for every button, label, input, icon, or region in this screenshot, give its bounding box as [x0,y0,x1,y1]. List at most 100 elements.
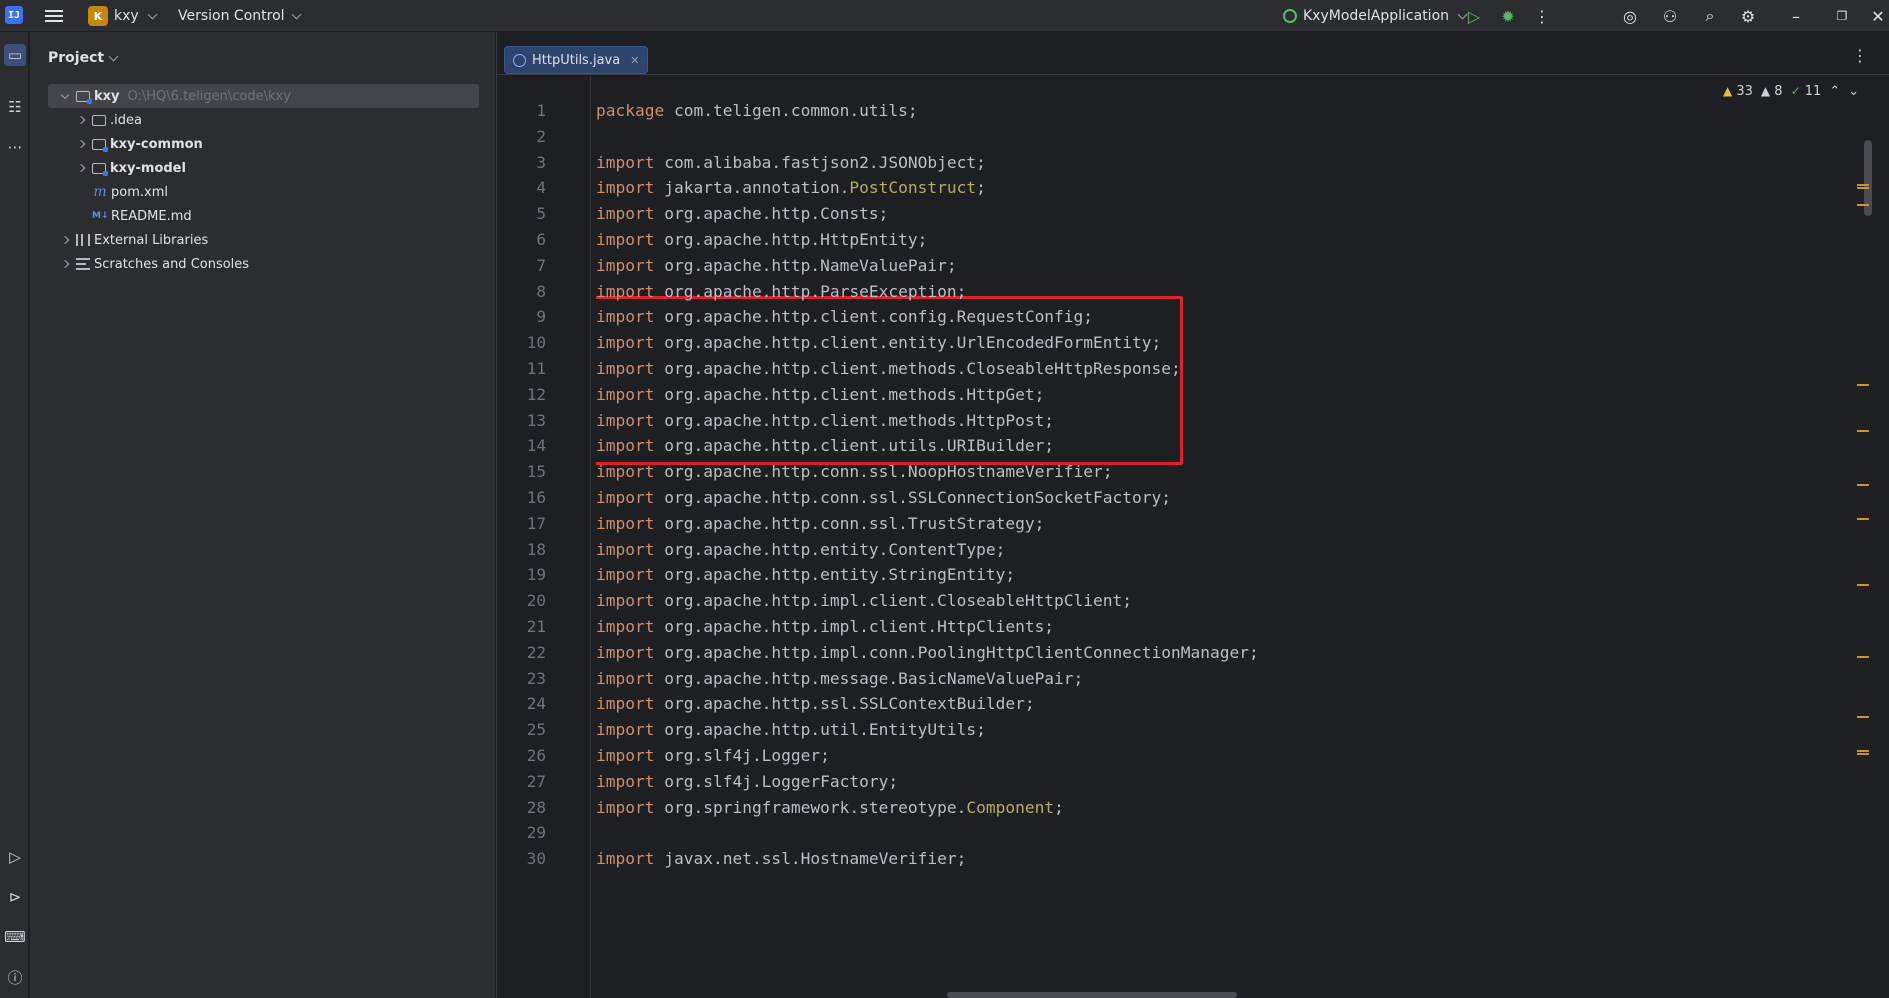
code-with-me-icon[interactable]: ⚇ [1660,6,1680,26]
scratches-icon [76,258,90,270]
expand-arrow-icon[interactable] [74,161,88,175]
horizontal-scrollbar[interactable] [947,992,1237,998]
tab-options-icon[interactable]: ⋮ [1852,46,1868,65]
scroll-marker[interactable] [1857,184,1869,190]
code-token: jakarta.annotation. [654,178,850,198]
tree-item-scratches[interactable]: Scratches and Consoles [30,252,495,276]
tree-item-kxy[interactable]: kxy O:\HQ\6.teligen\code\kxy [48,84,479,108]
line-number: 6 [536,230,546,249]
line-number: 3 [536,152,546,172]
code-line[interactable]: import org.apache.http.message.BasicName… [596,666,1083,692]
expand-arrow-icon[interactable] [58,257,72,271]
hamburger-menu-icon[interactable] [45,7,63,25]
expand-arrow-icon[interactable] [58,233,72,247]
scroll-marker[interactable] [1857,204,1869,206]
tab-httputils-java[interactable]: HttpUtils.java ✕ [504,46,649,74]
keyword-token: import [596,513,655,533]
keyword-token: import [596,462,655,482]
scroll-marker[interactable] [1857,716,1869,718]
project-widget[interactable]: K kxy [88,4,160,28]
scroll-marker[interactable] [1857,518,1869,520]
project-folder-icon[interactable]: ▭ [4,44,26,66]
expand-arrow-icon[interactable] [58,89,72,103]
restore-icon[interactable]: ❐ [1832,6,1852,26]
code-area[interactable]: package com.teligen.common.utils; import … [596,76,1846,998]
scroll-marker[interactable] [1857,484,1869,486]
project-panel-header[interactable]: Project [48,50,121,66]
more-actions-icon[interactable]: ⋮ [1532,6,1552,26]
run-tool-icon[interactable]: ▷ [4,846,26,868]
tree-item-pom-xml[interactable]: m pom.xml [30,180,495,204]
code-line[interactable]: import org.apache.http.HttpEntity; [596,227,927,253]
code-line[interactable]: import org.apache.http.client.methods.Ht… [596,382,1044,408]
terminal-icon[interactable]: ⌨ [4,926,26,948]
code-line[interactable]: import org.apache.http.client.utils.URIB… [596,433,1054,459]
line-number: 5 [536,204,546,224]
structure-icon[interactable]: ☷ [4,96,26,118]
gear-icon[interactable]: ⚙ [1738,6,1758,26]
code-line[interactable]: package com.teligen.common.utils; [596,98,918,124]
next-highlight-icon[interactable]: ⌄ [1848,84,1859,99]
expand-arrow-icon[interactable] [74,113,88,127]
close-icon[interactable]: ✕ [1868,6,1888,26]
tree-item-kxy-common[interactable]: kxy-common [30,132,495,156]
tree-item-path: O:\HQ\6.teligen\code\kxy [127,88,291,104]
code-line[interactable]: import org.springframework.stereotype.Co… [596,795,1064,821]
code-line[interactable]: import org.apache.http.conn.ssl.TrustStr… [596,511,1044,537]
code-line[interactable]: import org.apache.http.entity.StringEnti… [596,562,1015,588]
more-tool-windows-icon[interactable]: ⋯ [4,136,26,158]
scroll-marker[interactable] [1857,750,1869,756]
code-token: org.apache.http.ssl.SSLContextBuilder; [654,694,1035,714]
tree-item-readme[interactable]: M↓ README.md [30,204,495,228]
code-line[interactable]: import javax.net.ssl.HostnameVerifier; [596,846,966,872]
keyword-token: import [596,333,655,353]
code-line[interactable]: import com.alibaba.fastjson2.JSONObject; [596,150,986,176]
code-line[interactable]: import org.apache.http.client.methods.Ht… [596,408,1054,434]
code-line[interactable]: import org.apache.http.client.entity.Url… [596,330,1161,356]
code-line[interactable]: import org.apache.http.client.config.Req… [596,304,1093,330]
code-line[interactable]: import org.apache.http.impl.conn.Pooling… [596,640,1259,666]
code-line[interactable]: import org.apache.http.conn.ssl.NoopHost… [596,459,1113,485]
intellij-logo-icon: IJ [5,6,23,24]
run-icon[interactable]: ▷ [1464,6,1484,26]
scroll-marker[interactable] [1857,384,1869,386]
code-line[interactable]: import jakarta.annotation.PostConstruct; [596,175,986,201]
code-line[interactable]: import org.apache.http.client.methods.Cl… [596,356,1181,382]
scroll-marker[interactable] [1857,656,1869,658]
code-line[interactable]: import org.apache.http.entity.ContentTyp… [596,537,1005,563]
debug-icon[interactable]: ✹ [1498,6,1518,26]
tree-item-kxy-model[interactable]: kxy-model [30,156,495,180]
code-line[interactable]: import org.apache.http.ssl.SSLContextBui… [596,691,1035,717]
code-line[interactable]: import org.apache.http.impl.client.HttpC… [596,614,1054,640]
services-icon[interactable]: ⊳ [4,886,26,908]
editor-area: HttpUtils.java ✕ ⋮ 1 2 3 4 5 6 7 8 9 10 11 12 13 14 15… [496,32,1889,998]
code-line[interactable]: import org.slf4j.Logger; [596,743,830,769]
keyword-token: import [596,642,655,662]
tree-item-external-libraries[interactable]: External Libraries [30,228,495,252]
expand-arrow-icon[interactable] [74,137,88,151]
version-control-widget[interactable]: Version Control [178,4,304,28]
code-line[interactable]: import org.apache.http.util.EntityUtils; [596,717,986,743]
code-line[interactable]: import org.slf4j.LoggerFactory; [596,769,898,795]
code-token: org.apache.http.impl.client.HttpClients; [654,617,1055,636]
code-token: com.teligen.common.utils; [664,101,918,120]
run-configuration-selector[interactable]: KxyModelApplication [1283,4,1470,28]
tree-item-label: kxy [94,88,120,104]
minimize-icon[interactable]: – [1786,6,1806,26]
code-line[interactable]: import org.apache.http.conn.ssl.SSLConne… [596,485,1171,511]
code-line[interactable]: import org.apache.http.impl.client.Close… [596,588,1132,614]
inspection-widget[interactable]: ▲ 33 ▲ 8 ✓ 11 ⌃ ⌄ [1723,84,1859,99]
code-line[interactable]: import org.apache.http.NameValuePair; [596,253,957,279]
library-icon [76,234,90,246]
scroll-marker[interactable] [1857,584,1869,586]
scroll-marker[interactable] [1857,430,1869,432]
line-number: 22 [526,642,546,662]
ai-assistant-icon[interactable]: ◎ [1620,6,1640,26]
problems-icon[interactable]: ⓘ [4,966,26,988]
tree-item-idea[interactable]: .idea [30,108,495,132]
search-icon[interactable]: ⌕ [1700,6,1720,26]
close-tab-icon[interactable]: ✕ [630,54,639,67]
code-line[interactable]: import org.apache.http.Consts; [596,201,888,227]
code-line[interactable]: import org.apache.http.ParseException; [596,279,966,305]
previous-highlight-icon[interactable]: ⌃ [1829,84,1840,99]
